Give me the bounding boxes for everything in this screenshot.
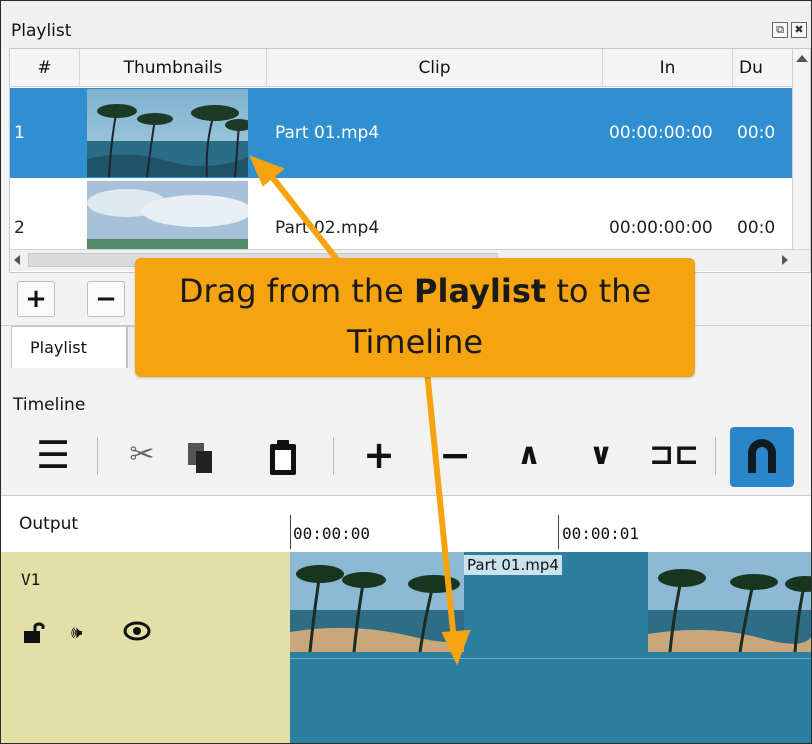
app-window: Playlist ⧉ ✖ # Thumbnails Clip In Du 1 P… <box>0 0 812 744</box>
callout-line-1: Drag from the Playlist to the <box>135 272 695 310</box>
callout-suffix: to the <box>546 272 652 310</box>
callout-bold: Playlist <box>414 272 547 310</box>
callout-line-2: Timeline <box>346 323 484 361</box>
instruction-callout: Drag from the Playlist to the Timeline <box>135 258 695 377</box>
callout-prefix: Drag from the <box>178 272 415 310</box>
